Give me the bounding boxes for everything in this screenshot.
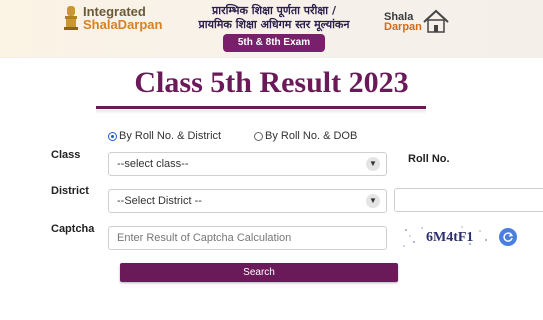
brand-line2: ShalaDarpan [83,17,163,32]
captcha-text: 6M4tF1 [426,230,473,245]
radio-option-roll-district[interactable]: By Roll No. & District [108,130,221,142]
caret-down-icon: ▼ [366,157,380,171]
district-select[interactable]: --Select District -- ▼ [108,189,387,213]
shaladarpan-logo-text: Shala Darpan [384,12,422,33]
district-select-value: --Select District -- [117,195,202,207]
emblem-icon [64,6,78,30]
title-underline [96,106,426,109]
captcha-label: Captcha [51,223,95,235]
roll-no-input[interactable] [394,188,543,212]
page-title: Class 5th Result 2023 [134,66,409,99]
caret-down-icon: ▼ [366,194,380,208]
exam-hindi-title: प्रारम्भिक शिक्षा पूर्णता परीक्षा / प्रा… [180,4,368,32]
captcha-image: 6M4tF1 [403,226,487,247]
district-label: District [51,185,89,197]
radio-button-checked[interactable] [108,131,117,141]
exam-badge: 5th & 8th Exam [223,34,325,52]
radio-button-unchecked[interactable] [254,131,263,141]
radio-label-roll-dob: By Roll No. & DOB [265,130,358,142]
logo-line2: Darpan [384,21,422,33]
brand-name: Integrated ShalaDarpan [83,5,162,31]
header-banner: Integrated ShalaDarpan प्रारम्भिक शिक्षा… [0,0,543,58]
captcha-placeholder: Enter Result of Captcha Calculation [117,232,292,244]
radio-option-roll-dob[interactable]: By Roll No. & DOB [254,130,357,142]
hindi-line2: प्रायमिक शिक्षा अधिगम स्तर मूल्यांकन [198,18,350,31]
search-button[interactable]: Search [120,263,398,282]
class-select-value: --select class-- [117,158,189,170]
class-select[interactable]: --select class-- ▼ [108,152,387,176]
radio-label-roll-district: By Roll No. & District [119,130,222,142]
captcha-input[interactable]: Enter Result of Captcha Calculation [108,226,387,250]
roll-no-label: Roll No. [408,153,450,165]
class-label: Class [51,149,81,161]
refresh-icon[interactable] [499,228,517,246]
hindi-line1: प्रारम्भिक शिक्षा पूर्णता परीक्षा / [212,4,336,17]
title-shadow [96,110,426,114]
